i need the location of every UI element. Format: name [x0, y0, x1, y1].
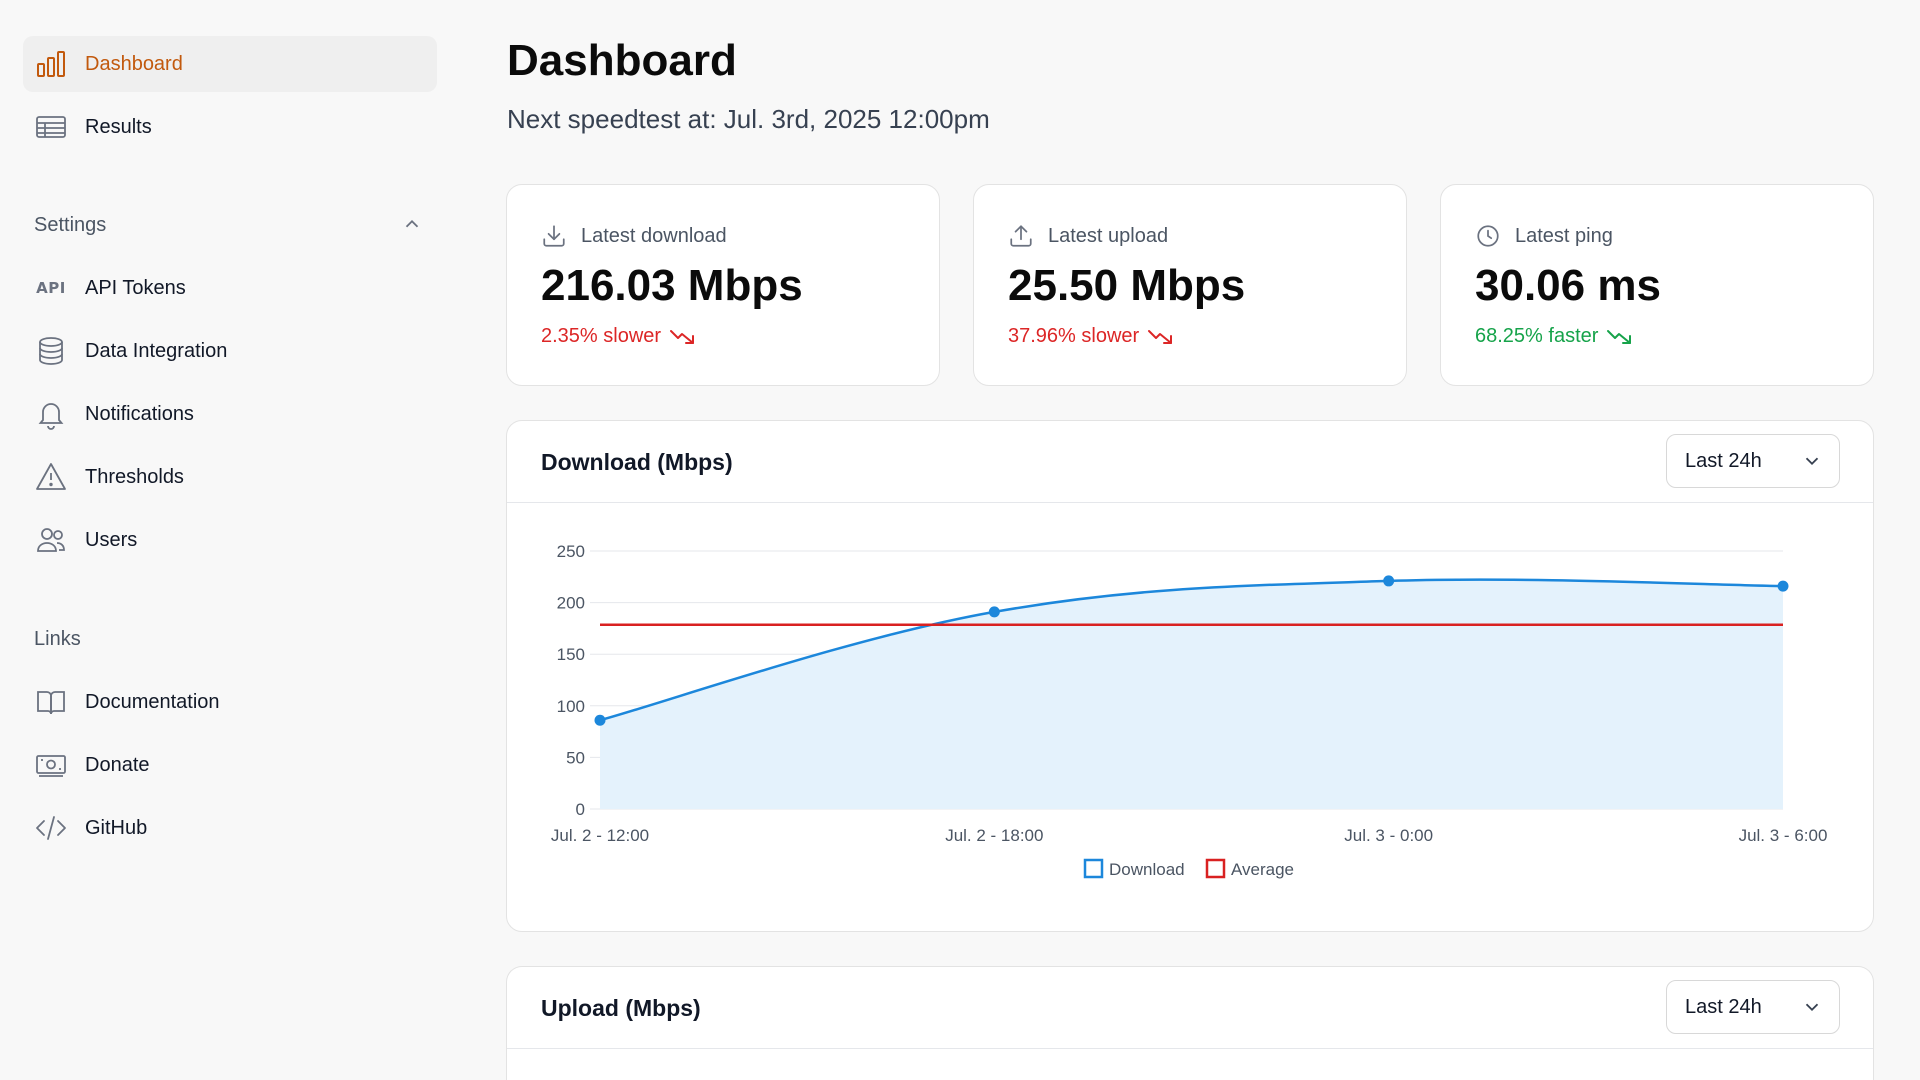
legend-swatch-download [1083, 858, 1104, 879]
stat-delta: 68.25% faster [1475, 325, 1599, 347]
sidebar-item-github[interactable]: GitHub [23, 800, 437, 856]
sidebar-item-label: Dashboard [85, 52, 183, 75]
bar-chart-icon [35, 48, 67, 80]
next-speedtest-text: Next speedtest at: Jul. 3rd, 2025 12:00p… [507, 104, 990, 134]
sidebar-item-thresholds[interactable]: Thresholds [23, 449, 437, 505]
sidebar-item-api-tokens[interactable]: API API Tokens [23, 260, 437, 316]
sidebar-item-label: Documentation [85, 690, 220, 713]
chevron-up-icon [405, 219, 419, 228]
stat-value: 30.06 ms [1475, 261, 1661, 310]
sidebar-item-label: Data Integration [85, 339, 228, 362]
trending-down-icon [670, 329, 695, 344]
sidebar-item-label: Results [85, 115, 152, 138]
api-icon: API [36, 279, 66, 297]
time-range-value: Last 24h [1685, 995, 1762, 1018]
sidebar: Dashboard Results Settings API API Token… [0, 0, 460, 1080]
y-tick-label: 150 [557, 645, 585, 664]
sidebar-item-documentation[interactable]: Documentation [23, 674, 437, 730]
stat-card-ping: Latest ping 30.06 ms 68.25% faster [1440, 184, 1874, 386]
upload-chart-card: Upload (Mbps) Last 24h [506, 966, 1874, 1080]
warning-icon [35, 461, 67, 493]
sidebar-item-label: GitHub [85, 816, 148, 839]
database-icon [35, 335, 67, 367]
chevron-down-icon [1805, 1003, 1819, 1012]
sidebar-item-data-integration[interactable]: Data Integration [23, 323, 437, 379]
sidebar-item-notifications[interactable]: Notifications [23, 386, 437, 442]
sidebar-item-label: Users [85, 528, 138, 551]
stat-delta: 37.96% slower [1008, 325, 1140, 347]
x-tick-label: Jul. 3 - 0:00 [1344, 826, 1433, 845]
legend-label-download: Download [1109, 860, 1185, 879]
bell-icon [35, 398, 67, 430]
stat-label: Latest ping [1515, 224, 1613, 247]
trending-down-icon [1148, 329, 1173, 344]
stat-card-upload: Latest upload 25.50 Mbps 37.96% slower [973, 184, 1407, 386]
legend-label-average: Average [1231, 860, 1294, 879]
code-icon [35, 812, 67, 844]
stat-label: Latest download [581, 224, 727, 247]
sidebar-item-label: Donate [85, 753, 150, 776]
sidebar-item-label: Notifications [85, 402, 194, 425]
download-area [600, 579, 1783, 809]
settings-collapse-toggle[interactable] [398, 210, 426, 238]
x-tick-label: Jul. 2 - 12:00 [551, 826, 649, 845]
legend-swatch-average [1205, 858, 1226, 879]
app: Dashboard Results Settings API API Token… [0, 0, 1920, 1080]
chart-title: Upload (Mbps) [541, 995, 701, 1021]
stat-value: 25.50 Mbps [1008, 261, 1246, 310]
y-tick-label: 250 [557, 542, 585, 561]
table-icon [35, 111, 67, 143]
sidebar-item-label: Thresholds [85, 465, 184, 488]
sidebar-item-donate[interactable]: Donate [23, 737, 437, 793]
download-chart-card: Download (Mbps) Last 24h 0 50 100 150 200 250… [506, 420, 1874, 932]
book-icon [35, 686, 67, 718]
download-chart: 0 50 100 150 200 250 Jul. 2 - 12:00 Jul. 2 - 18… [551, 542, 1828, 879]
download-point [988, 606, 1000, 618]
chart-header: Upload (Mbps) Last 24h [507, 967, 1873, 1049]
y-tick-label: 200 [557, 594, 585, 613]
download-point [1383, 575, 1395, 587]
users-icon [35, 524, 67, 556]
banknote-icon [35, 749, 67, 781]
download-icon [543, 225, 565, 247]
stat-label: Latest upload [1048, 224, 1169, 247]
upload-icon [1010, 225, 1032, 247]
sidebar-item-dashboard[interactable]: Dashboard [23, 36, 437, 92]
clock-icon [1477, 225, 1499, 247]
y-tick-label: 100 [557, 697, 585, 716]
trending-down-icon [1607, 329, 1632, 344]
download-point [1777, 580, 1789, 592]
y-tick-label: 0 [576, 800, 585, 819]
page-title: Dashboard [507, 36, 737, 85]
settings-section-label: Settings [34, 214, 107, 236]
download-point [594, 714, 606, 726]
x-tick-label: Jul. 3 - 6:00 [1739, 826, 1828, 845]
links-section-label: Links [34, 628, 81, 650]
time-range-select[interactable]: Last 24h [1666, 980, 1840, 1034]
sidebar-item-label: API Tokens [85, 276, 186, 299]
sidebar-item-users[interactable]: Users [23, 512, 437, 568]
stat-value: 216.03 Mbps [541, 261, 803, 310]
y-tick-label: 50 [566, 748, 585, 767]
sidebar-item-results[interactable]: Results [23, 99, 437, 155]
x-tick-label: Jul. 2 - 18:00 [945, 826, 1043, 845]
stat-card-download: Latest download 216.03 Mbps 2.35% slower [506, 184, 940, 386]
stat-delta: 2.35% slower [541, 325, 662, 347]
